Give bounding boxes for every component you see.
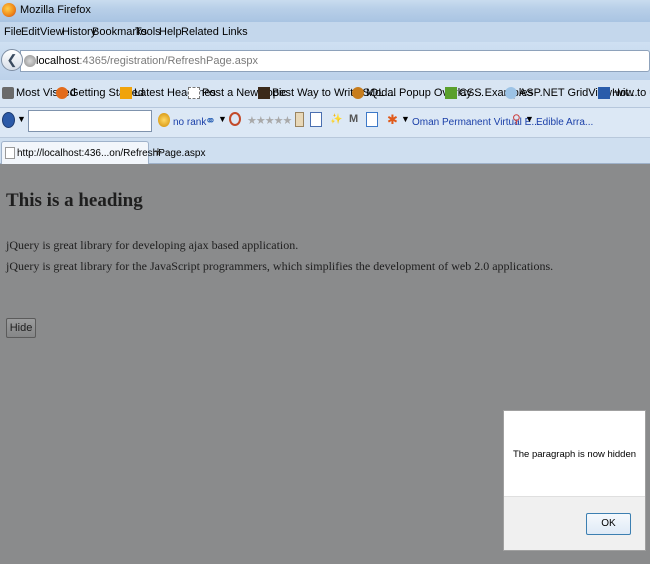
- search-engine-icon[interactable]: ⚲: [512, 112, 521, 126]
- notes-icon[interactable]: [366, 112, 378, 127]
- url-host: localhost: [36, 55, 80, 67]
- alert-dialog: The paragraph is now hidden OK: [503, 410, 646, 551]
- tab-refresh-page[interactable]: http://localhost:436...on/RefreshPage.as…: [1, 141, 205, 164]
- menu-related-links[interactable]: Related Links: [181, 26, 248, 38]
- rss-icon: [120, 87, 132, 99]
- url-text[interactable]: localhost:4365/registration/RefreshPage.…: [36, 55, 258, 67]
- toolbar-logo-icon[interactable]: [2, 112, 15, 128]
- menu-help[interactable]: Help: [159, 26, 182, 38]
- navigation-bar: localhost:4365/registration/RefreshPage.…: [0, 42, 650, 80]
- new-tab-button[interactable]: +: [150, 142, 166, 161]
- paragraph-1: jQuery is great library for developing a…: [6, 238, 299, 252]
- bookmark-tag-icon[interactable]: [295, 112, 304, 127]
- alert-footer: OK: [504, 496, 645, 550]
- tab-bar: http://localhost:436...on/RefreshPage.as…: [0, 138, 650, 164]
- page-rank-label[interactable]: no rank: [173, 117, 206, 128]
- menu-file[interactable]: File: [4, 26, 22, 38]
- firefox-logo-icon: [2, 3, 16, 17]
- rating-stars-icon[interactable]: ★★★★★: [247, 114, 292, 127]
- mail-icon[interactable]: M: [349, 113, 358, 125]
- share-dropdown-icon[interactable]: ▼: [218, 114, 227, 124]
- css-icon: [445, 87, 457, 99]
- menu-tools[interactable]: Tools: [135, 26, 161, 38]
- firefox-icon: [56, 87, 68, 99]
- popup-icon: [352, 87, 364, 99]
- translate-icon[interactable]: ✨: [330, 114, 342, 125]
- ok-button[interactable]: OK: [586, 513, 631, 535]
- share-icon[interactable]: ⚭: [205, 113, 216, 129]
- menu-bar: File Edit View History Bookmarks Tools H…: [0, 22, 650, 42]
- facebook-icon[interactable]: [310, 112, 322, 127]
- most-visited-icon: [2, 87, 14, 99]
- url-bar[interactable]: localhost:4365/registration/RefreshPage.…: [20, 50, 650, 72]
- page-heading: This is a heading: [6, 190, 143, 211]
- menu-view[interactable]: View: [40, 26, 64, 38]
- hide-button[interactable]: Hide: [6, 318, 36, 338]
- bookmark-label: How to use I: [612, 87, 650, 99]
- paragraph-2: jQuery is great library for the JavaScri…: [6, 259, 554, 273]
- site-identity-icon[interactable]: [24, 55, 36, 67]
- search-engine-dropdown-icon[interactable]: ▼: [525, 114, 534, 124]
- back-button[interactable]: ❮: [1, 49, 23, 71]
- edible-link[interactable]: Edible Arra...: [536, 117, 593, 128]
- menu-edit[interactable]: Edit: [21, 26, 40, 38]
- aspnet-icon: [505, 87, 517, 99]
- alert-message: The paragraph is now hidden: [512, 449, 637, 460]
- back-arrow-icon: ❮: [6, 52, 18, 67]
- fire-dropdown-icon[interactable]: ▼: [401, 114, 410, 124]
- fire-icon[interactable]: ✱: [387, 112, 398, 128]
- pagerank-icon: [158, 113, 170, 127]
- page-icon: [5, 147, 15, 159]
- bookmark-how-to-use[interactable]: How to use I: [598, 87, 650, 99]
- toolbar-search-input[interactable]: [28, 110, 152, 132]
- url-path: :4365/registration/RefreshPage.aspx: [79, 55, 258, 67]
- page-icon: [188, 87, 200, 99]
- window-title: Mozilla Firefox: [20, 4, 91, 16]
- stumble-icon[interactable]: [229, 112, 241, 126]
- doc-icon: [598, 87, 610, 99]
- addon-toolbar: ▼ no rank ⚭ ▼ ★★★★★ ✨ M ✱ ▼ Oman Permane…: [0, 108, 650, 138]
- window-titlebar: Mozilla Firefox: [0, 0, 650, 22]
- sql-icon: [258, 87, 270, 99]
- toolbar-dropdown-icon[interactable]: ▼: [17, 114, 26, 124]
- bookmarks-toolbar: Most Visited Getting Started Latest Head…: [0, 80, 650, 108]
- tab-title: http://localhost:436...on/RefreshPage.as…: [17, 148, 206, 159]
